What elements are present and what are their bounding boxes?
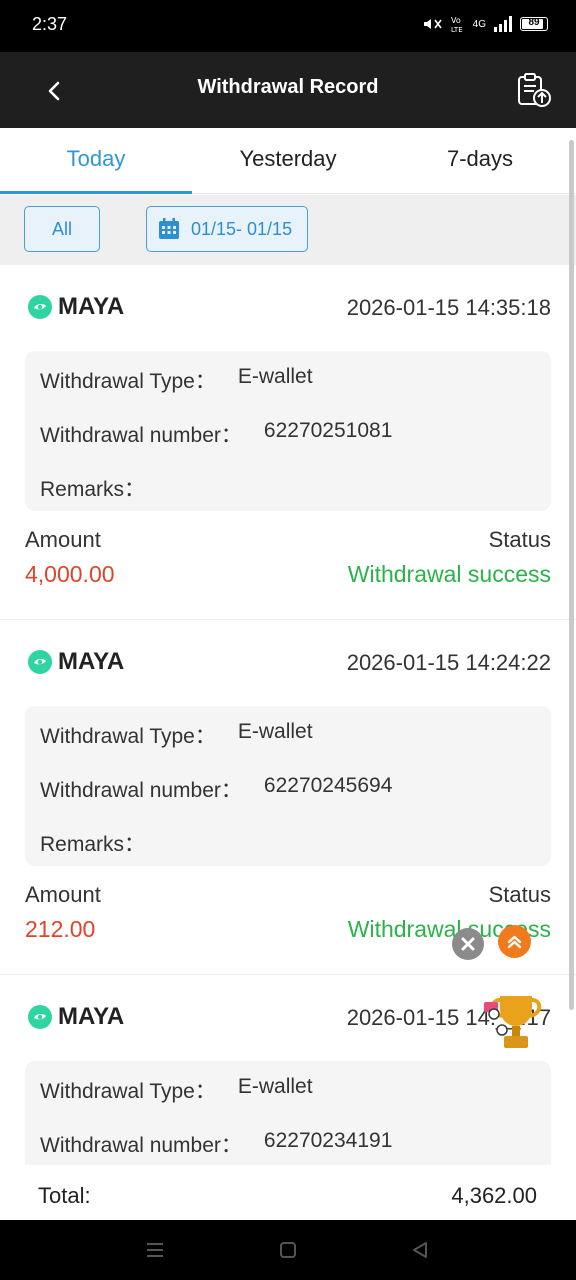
- record-details: Withdrawal Type： E-wallet Withdrawal num…: [25, 351, 551, 511]
- scroll-top-button[interactable]: [498, 925, 531, 958]
- withdrawal-type-value: E-wallet: [237, 365, 313, 388]
- withdrawal-number-value: 62270234191: [263, 1129, 393, 1152]
- app-header: Withdrawal Record: [0, 52, 576, 128]
- signal-icon: [494, 16, 512, 32]
- status-icons: Vo LTE 4G 89: [421, 15, 548, 33]
- withdrawal-number-label: Withdrawal number：: [40, 1134, 242, 1157]
- withdrawal-number-value: 62270251081: [263, 419, 393, 442]
- record-details: Withdrawal Type： E-wallet Withdrawal num…: [25, 706, 551, 866]
- status-value: Withdrawal success: [347, 561, 551, 587]
- system-nav-bar: [0, 1220, 576, 1280]
- record-brand: MAYA: [28, 293, 124, 321]
- close-float-button[interactable]: [452, 928, 484, 960]
- remarks-row: Remarks：: [40, 828, 167, 858]
- tab-7-days[interactable]: 7-days: [384, 128, 576, 193]
- filter-all-button[interactable]: All: [24, 206, 100, 252]
- withdrawal-number-value: 62270245694: [263, 774, 393, 797]
- total-value: 4,362.00: [451, 1183, 537, 1208]
- menu-icon[interactable]: [143, 1238, 167, 1262]
- withdrawal-number-label: Withdrawal number：: [40, 424, 242, 447]
- record-details: Withdrawal Type： E-wallet Withdrawal num…: [25, 1061, 551, 1171]
- total-bar: Total: 4,362.00: [0, 1165, 576, 1220]
- filter-bar: All 01/15- 01/15: [0, 195, 576, 265]
- battery-level: 89: [528, 17, 540, 28]
- silent-icon: [423, 19, 442, 29]
- status-label: Status: [488, 882, 551, 907]
- double-chevron-up-icon: [507, 935, 522, 949]
- svg-text:Vo: Vo: [451, 16, 461, 25]
- withdrawal-number-row: Withdrawal number： 62270245694: [40, 774, 392, 804]
- date-range-button[interactable]: 01/15- 01/15: [146, 206, 308, 252]
- status-bar: 2:37 Vo LTE 4G 89: [0, 0, 576, 52]
- status-label: Status: [488, 527, 551, 552]
- clipboard-upload-icon[interactable]: [516, 72, 552, 108]
- brand-name: MAYA: [58, 293, 125, 320]
- tab-today[interactable]: Today: [0, 128, 192, 194]
- maya-logo-icon: [28, 650, 52, 674]
- withdrawal-type-row: Withdrawal Type： E-wallet: [40, 1075, 313, 1105]
- withdrawal-type-value: E-wallet: [237, 1075, 313, 1098]
- record-brand: MAYA: [28, 1003, 124, 1031]
- withdrawal-type-row: Withdrawal Type： E-wallet: [40, 365, 313, 395]
- status-time: 2:37: [32, 14, 68, 34]
- date-range-text: 01/15- 01/15: [191, 218, 293, 239]
- remarks-label: Remarks：: [40, 833, 146, 856]
- maya-logo-icon: [28, 295, 52, 319]
- home-icon[interactable]: [276, 1238, 300, 1262]
- withdrawal-number-row: Withdrawal number： 62270251081: [40, 419, 392, 449]
- network-type: 4G: [472, 18, 486, 30]
- battery-icon: 89: [520, 17, 548, 31]
- total-label: Total:: [38, 1183, 91, 1208]
- tab-yesterday[interactable]: Yesterday: [192, 128, 384, 193]
- withdrawal-type-row: Withdrawal Type： E-wallet: [40, 720, 313, 750]
- scrollbar[interactable]: [569, 140, 574, 1010]
- withdrawal-type-value: E-wallet: [237, 720, 313, 743]
- withdrawal-number-row: Withdrawal number： 62270234191: [40, 1129, 392, 1159]
- amount-value: 4,000.00: [25, 561, 115, 587]
- brand-name: MAYA: [58, 1003, 125, 1030]
- trophy-icon[interactable]: [480, 990, 550, 1054]
- withdrawal-type-label: Withdrawal Type：: [40, 725, 216, 748]
- volte-icon: VoLTE: [451, 16, 463, 33]
- amount-label: Amount: [25, 527, 101, 552]
- withdrawal-type-label: Withdrawal Type：: [40, 370, 216, 393]
- record-datetime: 2026-01-15 14:24:22: [346, 650, 551, 675]
- amount-label: Amount: [25, 882, 101, 907]
- svg-text:LTE: LTE: [451, 26, 463, 33]
- remarks-label: Remarks：: [40, 478, 146, 501]
- record-datetime: 2026-01-15 14:35:18: [346, 295, 551, 320]
- page-title: Withdrawal Record: [197, 76, 379, 98]
- remarks-row: Remarks：: [40, 473, 167, 503]
- record-item[interactable]: MAYA 2026-01-15 14:35:18 Withdrawal Type…: [0, 265, 576, 620]
- back-triangle-icon[interactable]: [408, 1238, 432, 1262]
- amount-value: 212.00: [25, 916, 96, 942]
- calendar-icon: [159, 218, 179, 239]
- period-tabs: Today Yesterday 7-days: [0, 128, 576, 194]
- record-item[interactable]: MAYA 2026-01-15 14:24:22 Withdrawal Type…: [0, 620, 576, 975]
- withdrawal-number-label: Withdrawal number：: [40, 779, 242, 802]
- withdrawal-type-label: Withdrawal Type：: [40, 1080, 216, 1103]
- close-icon: [461, 937, 475, 951]
- maya-logo-icon: [28, 1005, 52, 1029]
- brand-name: MAYA: [58, 648, 125, 675]
- record-brand: MAYA: [28, 648, 124, 676]
